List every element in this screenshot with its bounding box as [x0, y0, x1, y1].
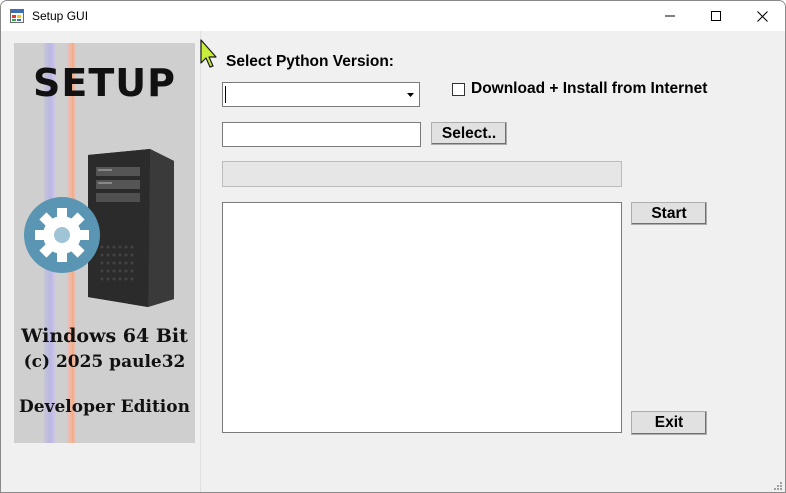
gear-icon: [24, 197, 100, 273]
banner-heading: SETUP: [33, 61, 176, 105]
path-input[interactable]: [222, 122, 421, 147]
text-caret: [225, 86, 226, 103]
exit-button[interactable]: Exit: [631, 411, 707, 435]
banner-copyright-text: (c) 2025 paule32: [23, 352, 186, 372]
close-icon: [756, 10, 768, 22]
log-output-area[interactable]: [222, 202, 622, 433]
maximize-button[interactable]: [693, 1, 739, 31]
chevron-down-icon: [407, 92, 414, 97]
download-install-checkbox[interactable]: [452, 83, 465, 96]
select-button[interactable]: Select..: [431, 122, 507, 145]
client-area: SETUP Windows 64 Bit (c) 2025 paule32 De…: [1, 31, 785, 492]
app-icon: [10, 9, 24, 23]
close-button[interactable]: [739, 1, 785, 31]
dropdown-button[interactable]: [403, 84, 418, 105]
banner-platform-text: Windows 64 Bit: [21, 325, 188, 347]
title-bar[interactable]: Setup GUI: [1, 1, 785, 31]
mouse-cursor-icon: [200, 39, 217, 68]
banner-panel: SETUP Windows 64 Bit (c) 2025 paule32 De…: [2, 31, 201, 492]
download-install-label[interactable]: Download + Install from Internet: [471, 80, 707, 98]
resize-grip-icon[interactable]: [772, 480, 782, 490]
minimize-icon: [665, 15, 675, 17]
minimize-button[interactable]: [647, 1, 693, 31]
window-title: Setup GUI: [32, 9, 89, 23]
install-progress-bar: [222, 161, 622, 187]
setup-banner-image: SETUP Windows 64 Bit (c) 2025 paule32 De…: [14, 43, 195, 443]
setup-window: Setup GUI SETUP Windows 64 Bit (c) 2025 …: [0, 0, 786, 493]
python-version-label: Select Python Version:: [226, 53, 394, 70]
banner-edition-text: Developer Edition: [19, 397, 190, 417]
maximize-icon: [711, 11, 721, 21]
python-version-dropdown[interactable]: [222, 82, 420, 107]
start-button[interactable]: Start: [631, 202, 707, 225]
